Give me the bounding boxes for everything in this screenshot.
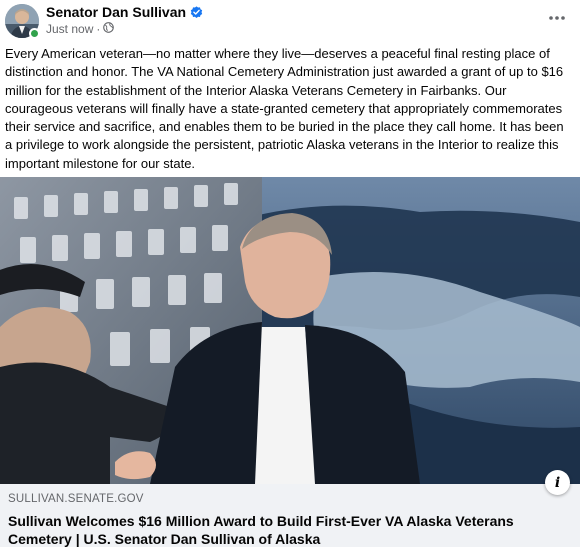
- link-domain: SULLIVAN.SENATE.GOV: [8, 493, 144, 505]
- link-preview-meta[interactable]: SULLIVAN.SENATE.GOV Sullivan Welcomes $1…: [0, 484, 580, 547]
- globe-icon[interactable]: [103, 22, 115, 36]
- link-preview-image[interactable]: [0, 177, 580, 484]
- link-title[interactable]: Sullivan Welcomes $16 Million Award to B…: [8, 512, 572, 547]
- more-options-icon[interactable]: [548, 8, 566, 26]
- meta-separator: ·: [96, 22, 101, 36]
- verified-badge-icon: [190, 5, 203, 19]
- author-name[interactable]: Senator Dan Sullivan: [46, 4, 186, 20]
- post-timestamp[interactable]: Just now: [46, 22, 93, 36]
- online-status-icon: [29, 28, 40, 39]
- info-icon[interactable]: i: [545, 470, 570, 495]
- info-icon-glyph: i: [554, 474, 561, 491]
- avatar[interactable]: [5, 4, 40, 39]
- link-preview-card[interactable]: i SULLIVAN.SENATE.GOV Sullivan Welcomes …: [0, 177, 580, 547]
- post-body-text: Every American veteran—no matter where t…: [5, 46, 564, 171]
- post-header: Senator Dan Sullivan Just now ·: [0, 0, 580, 42]
